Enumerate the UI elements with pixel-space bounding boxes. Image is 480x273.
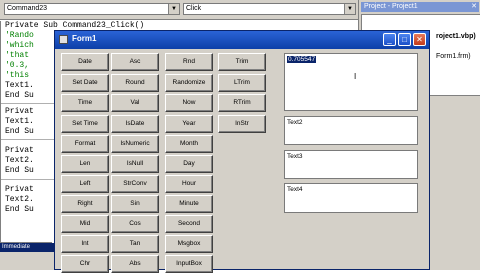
- tan-button[interactable]: Tan: [111, 235, 159, 253]
- time-button[interactable]: Time: [61, 94, 109, 112]
- inputbox-button[interactable]: InputBox: [165, 255, 213, 273]
- procedure-combo-value: Click: [186, 5, 202, 12]
- len-button[interactable]: Len: [61, 155, 109, 173]
- cos-button[interactable]: Cos: [111, 215, 159, 233]
- text-cursor-icon: I: [354, 72, 357, 81]
- code-line: Text1.: [5, 81, 34, 90]
- text1-value: 0.705547: [287, 56, 317, 63]
- now-button[interactable]: Now: [165, 94, 213, 112]
- asc-button[interactable]: Asc: [111, 53, 159, 71]
- trim-button[interactable]: Trim: [218, 53, 266, 71]
- set-date-button[interactable]: Set Date: [61, 74, 109, 92]
- text1-box[interactable]: 0.705547: [284, 53, 418, 111]
- close-icon[interactable]: ✕: [471, 2, 477, 12]
- round-button[interactable]: Round: [111, 74, 159, 92]
- form1-title: Form1: [72, 34, 97, 43]
- rnd-button[interactable]: Rnd: [165, 53, 213, 71]
- code-line: 'this: [5, 71, 30, 80]
- tree-item-project[interactable]: roject1.vbp): [436, 33, 476, 40]
- text2-box[interactable]: Text2: [284, 116, 418, 145]
- isnull-button[interactable]: IsNull: [111, 155, 159, 173]
- immediate-title: Immediate: [0, 243, 60, 252]
- tree-item-form[interactable]: Form1.frm): [436, 53, 471, 60]
- code-line: 'that: [5, 51, 30, 60]
- minimize-button[interactable]: _: [383, 33, 396, 46]
- month-button[interactable]: Month: [165, 135, 213, 153]
- strconv-button[interactable]: StrConv: [111, 175, 159, 193]
- sin-button[interactable]: Sin: [111, 195, 159, 213]
- day-button[interactable]: Day: [165, 155, 213, 173]
- right-button[interactable]: Right: [61, 195, 109, 213]
- int-button[interactable]: Int: [61, 235, 109, 253]
- second-button[interactable]: Second: [165, 215, 213, 233]
- date-button[interactable]: Date: [61, 53, 109, 71]
- ltrim-button[interactable]: LTrim: [218, 74, 266, 92]
- form-icon: [59, 35, 68, 44]
- code-line: Text1.: [5, 117, 34, 126]
- project-explorer-title-text: Project - Project1: [364, 3, 418, 10]
- maximize-button[interactable]: □: [398, 33, 411, 46]
- chr-button[interactable]: Chr: [61, 255, 109, 273]
- code-line: End Su: [5, 91, 34, 100]
- text2-value: Text2: [287, 119, 303, 126]
- isnumeric-button[interactable]: IsNumeric: [111, 135, 159, 153]
- code-line: Privat: [5, 185, 34, 194]
- code-line: Text2.: [5, 195, 34, 204]
- close-button[interactable]: ✕: [413, 33, 426, 46]
- editor-combo-row: Command23 ▼ Click ▼: [0, 0, 358, 20]
- chevron-down-icon[interactable]: ▼: [168, 4, 179, 14]
- isdate-button[interactable]: IsDate: [111, 115, 159, 133]
- form1-window: Form1 _ □ ✕ Date Set Date Time Set Time …: [54, 30, 430, 273]
- format-button[interactable]: Format: [61, 135, 109, 153]
- left-button[interactable]: Left: [61, 175, 109, 193]
- text4-box[interactable]: Text4: [284, 183, 418, 213]
- object-combo-value: Command23: [7, 5, 48, 12]
- abs-button[interactable]: Abs: [111, 255, 159, 273]
- object-combo[interactable]: Command23 ▼: [4, 3, 180, 15]
- code-line: End Su: [5, 127, 34, 136]
- hour-button[interactable]: Hour: [165, 175, 213, 193]
- procedure-combo[interactable]: Click ▼: [183, 3, 356, 15]
- project-explorer-title: Project - Project1 ✕: [361, 2, 479, 12]
- immediate-window[interactable]: Immediate: [0, 243, 60, 270]
- code-line: Text2.: [5, 156, 34, 165]
- randomize-button[interactable]: Randomize: [165, 74, 213, 92]
- mid-button[interactable]: Mid: [61, 215, 109, 233]
- set-time-button[interactable]: Set Time: [61, 115, 109, 133]
- minute-button[interactable]: Minute: [165, 195, 213, 213]
- code-line: Privat: [5, 107, 34, 116]
- text3-value: Text3: [287, 153, 303, 160]
- code-line: Privat: [5, 146, 34, 155]
- code-line: 'which: [5, 41, 34, 50]
- code-line: End Su: [5, 205, 34, 214]
- form1-titlebar[interactable]: Form1 _ □ ✕: [55, 31, 429, 49]
- code-line: Private Sub Command23_Click(): [5, 21, 145, 30]
- code-line: '0.3,: [5, 61, 30, 70]
- msgbox-button[interactable]: Msgbox: [165, 235, 213, 253]
- year-button[interactable]: Year: [165, 115, 213, 133]
- instr-button[interactable]: InStr: [218, 115, 266, 133]
- rtrim-button[interactable]: RTrim: [218, 94, 266, 112]
- chevron-down-icon[interactable]: ▼: [344, 4, 355, 14]
- text4-value: Text4: [287, 186, 303, 193]
- code-line: 'Rando: [5, 31, 34, 40]
- val-button[interactable]: Val: [111, 94, 159, 112]
- code-line: End Su: [5, 166, 34, 175]
- text3-box[interactable]: Text3: [284, 150, 418, 179]
